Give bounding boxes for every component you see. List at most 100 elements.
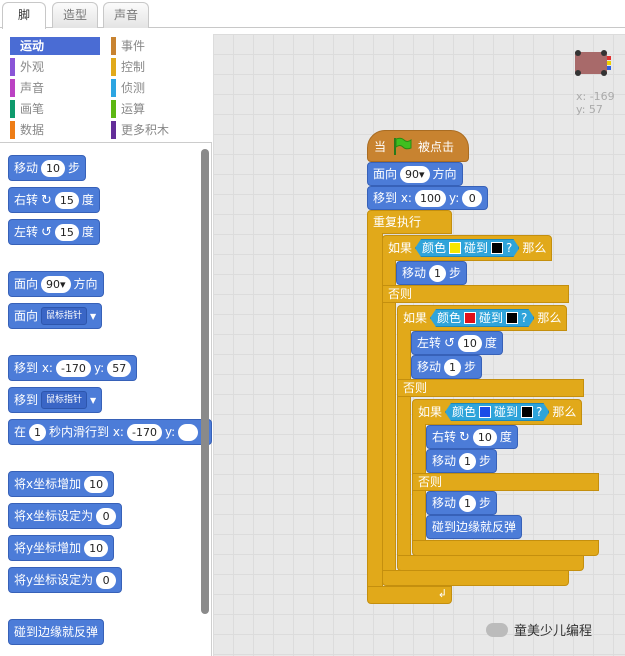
palette-turn-left-block[interactable]: 左转 ↺ 15 度 <box>8 219 100 245</box>
category-motion[interactable]: 运动 <box>10 37 100 55</box>
red-swatch[interactable] <box>464 312 476 324</box>
if3-foot <box>412 540 599 556</box>
color-touching-color-condition[interactable]: 颜色 碰到? <box>415 239 519 257</box>
green-flag-icon <box>394 137 412 155</box>
block-palette: 移动 10 步 右转 ↻ 15 度 左转 ↺ 15 度 面向 90▾ 方向 面向 鼠标指针 ▼ 移到 x… <box>0 144 212 656</box>
degrees-input[interactable]: 15 <box>54 223 79 241</box>
category-pen[interactable]: 画笔 <box>10 100 100 118</box>
target-dropdown[interactable]: 鼠标指针 <box>41 307 88 325</box>
direction-input[interactable]: 90▾ <box>41 275 71 293</box>
turn-right-block[interactable]: 右转 ↻ 10 度 <box>426 425 518 449</box>
sprite-coordinates: x: -169 y: 57 <box>576 90 615 116</box>
palette-set-x-block[interactable]: 将x坐标设定为 0 <box>8 503 123 529</box>
category-sensing[interactable]: 侦测 <box>111 79 201 97</box>
value-input[interactable]: 0 <box>96 571 117 589</box>
tab-scripts[interactable]: 脚本 <box>2 2 46 47</box>
palette-scrollbar[interactable] <box>201 149 209 614</box>
category-more-blocks[interactable]: 更多积木 <box>111 121 201 139</box>
black-swatch[interactable] <box>521 406 533 418</box>
chevron-down-icon: ▼ <box>90 311 97 321</box>
category-control[interactable]: 控制 <box>111 58 201 76</box>
rotate-ccw-icon: ↺ <box>444 335 455 351</box>
tab-sounds[interactable]: 声音 <box>103 2 149 28</box>
color-touching-color-condition[interactable]: 颜色 碰到? <box>445 403 549 421</box>
category-sound[interactable]: 声音 <box>10 79 100 97</box>
y-coordinate: y: 57 <box>576 103 603 116</box>
palette-goto-xy-block[interactable]: 移到 x: -170 y: 57 <box>8 355 138 381</box>
steps-input[interactable]: 1 <box>459 452 477 470</box>
category-events[interactable]: 事件 <box>111 37 201 55</box>
palette-goto-block[interactable]: 移到 鼠标指针 ▼ <box>8 387 103 413</box>
if-else-block-1[interactable]: 如果 颜色 碰到? 那么 <box>382 235 553 261</box>
blue-swatch[interactable] <box>479 406 491 418</box>
direction-input[interactable]: 90▾ <box>400 165 430 183</box>
value-input[interactable]: 0 <box>96 507 117 525</box>
degrees-input[interactable]: 15 <box>54 191 79 209</box>
black-swatch[interactable] <box>491 242 503 254</box>
move-block-1[interactable]: 移动 1 步 <box>396 261 468 285</box>
else-bar-1: 否则 <box>382 285 569 303</box>
goto-xy-block[interactable]: 移到 x: 100 y: 0 <box>367 186 489 210</box>
watermark: 童美少儿编程 <box>486 620 592 639</box>
if-else-block-2[interactable]: 如果 颜色 碰到? 那么 <box>397 305 568 331</box>
forever-arm <box>367 233 383 593</box>
chevron-down-icon: ▼ <box>90 395 97 405</box>
loop-arrow-icon: ↲ <box>437 587 447 600</box>
when-flag-clicked-block[interactable]: 当 被点击 <box>367 130 469 162</box>
yellow-swatch[interactable] <box>449 242 461 254</box>
category-list: 运动 外观 声音 画笔 数据 事件 控制 侦测 运算 更多积木 <box>0 29 212 143</box>
degrees-input[interactable]: 10 <box>457 334 482 352</box>
point-in-direction-block[interactable]: 面向 90▾ 方向 <box>367 162 463 186</box>
palette-turn-right-block[interactable]: 右转 ↻ 15 度 <box>8 187 100 213</box>
seconds-input[interactable]: 1 <box>29 423 47 441</box>
palette-point-towards-block[interactable]: 面向 鼠标指针 ▼ <box>8 303 103 329</box>
palette-move-block[interactable]: 移动 10 步 <box>8 155 87 181</box>
steps-input[interactable]: 1 <box>444 358 462 376</box>
value-input[interactable]: 10 <box>84 539 109 557</box>
bounce-on-edge-block[interactable]: 碰到边缘就反弹 <box>426 515 523 539</box>
y-input[interactable] <box>178 423 199 441</box>
tab-costumes[interactable]: 造型 <box>52 2 98 28</box>
steps-input[interactable]: 1 <box>429 264 447 282</box>
value-input[interactable]: 10 <box>84 475 109 493</box>
palette-bounce-block[interactable]: 碰到边缘就反弹 <box>8 619 105 645</box>
rotate-cw-icon: ↻ <box>459 429 470 445</box>
else-bar-3: 否则 <box>412 473 599 491</box>
black-swatch[interactable] <box>506 312 518 324</box>
wechat-icon <box>486 622 508 637</box>
palette-point-direction-block[interactable]: 面向 90▾ 方向 <box>8 271 104 297</box>
steps-input[interactable]: 10 <box>41 159 66 177</box>
x-coordinate: x: -169 <box>576 90 615 103</box>
if1-foot <box>382 570 569 586</box>
palette-change-y-block[interactable]: 将y坐标增加 10 <box>8 535 115 561</box>
block-sidebar: 运动 外观 声音 画笔 数据 事件 控制 侦测 运算 更多积木 移动 10 步 右转… <box>0 29 212 656</box>
x-input[interactable]: -170 <box>126 423 162 441</box>
palette-change-x-block[interactable]: 将x坐标增加 10 <box>8 471 115 497</box>
x-input[interactable]: -170 <box>55 359 91 377</box>
forever-block[interactable]: 重复执行 <box>367 210 452 234</box>
degrees-input[interactable]: 10 <box>472 428 497 446</box>
color-touching-color-condition[interactable]: 颜色 碰到? <box>430 309 534 327</box>
turn-left-block[interactable]: 左转 ↺ 10 度 <box>411 331 503 355</box>
if2-foot <box>397 555 584 571</box>
move-block-4[interactable]: 移动 1 步 <box>426 491 498 515</box>
rotate-cw-icon: ↻ <box>41 192 52 208</box>
if2-arm <box>397 330 411 557</box>
sprite-thumbnail-icon <box>575 50 611 76</box>
steps-input[interactable]: 1 <box>459 494 477 512</box>
move-block-3[interactable]: 移动 1 步 <box>426 449 498 473</box>
category-data[interactable]: 数据 <box>10 121 100 139</box>
category-looks[interactable]: 外观 <box>10 58 100 76</box>
category-operators[interactable]: 运算 <box>111 100 201 118</box>
if1-arm <box>382 260 396 572</box>
rotate-ccw-icon: ↺ <box>41 224 52 240</box>
target-dropdown[interactable]: 鼠标指针 <box>41 391 88 409</box>
palette-glide-block[interactable]: 在 1 秒内滑行到 x: -170 y: <box>8 419 212 445</box>
move-block-2[interactable]: 移动 1 步 <box>411 355 483 379</box>
palette-set-y-block[interactable]: 将y坐标设定为 0 <box>8 567 123 593</box>
x-input[interactable]: 100 <box>414 189 446 207</box>
forever-foot: ↲ <box>367 586 452 604</box>
y-input[interactable]: 57 <box>107 359 132 377</box>
y-input[interactable]: 0 <box>462 189 483 207</box>
if-else-block-3[interactable]: 如果 颜色 碰到? 那么 <box>412 399 583 425</box>
